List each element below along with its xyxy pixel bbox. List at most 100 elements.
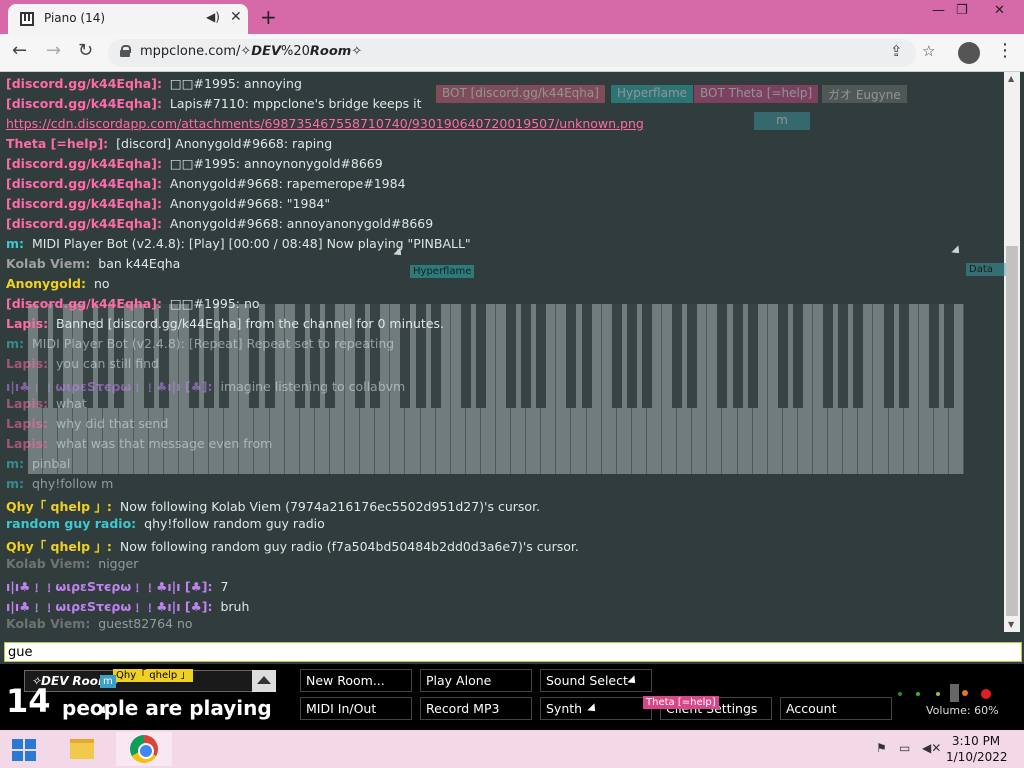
- close-window-icon[interactable]: ✕: [994, 3, 1005, 18]
- browser-tab-strip: Piano (14) ◀) ✕ + — ❐ ✕: [0, 0, 1024, 34]
- chat-text: ban k44Eqha: [98, 256, 181, 271]
- chat-author: m:: [6, 236, 25, 251]
- chat-author: m:: [6, 456, 25, 471]
- chat-message: Lapis: what: [6, 396, 87, 415]
- network-flag-icon[interactable]: ⚑: [876, 741, 887, 755]
- volume-indicator: [898, 692, 902, 696]
- chat-author: ı|ı♣﹗﹗ωιρεЅτєρω﹗﹗♣ı|ı [♣]:: [6, 599, 213, 614]
- chat-author: Lapis:: [6, 416, 49, 431]
- volume-label: Volume: 60%: [926, 704, 999, 717]
- browser-tab[interactable]: Piano (14) ◀) ✕: [8, 4, 248, 34]
- chat-message: [discord.gg/k44Eqha]: □□#1995: annoynony…: [6, 156, 383, 175]
- new-tab-icon[interactable]: +: [260, 5, 277, 29]
- chat-author: Kolab Viem:: [6, 556, 91, 571]
- chat-message: [discord.gg/k44Eqha]: Anonygold#9668: ra…: [6, 176, 406, 195]
- chat-text: imagine listening to collabvm: [220, 379, 406, 394]
- chat-author: ı|ı♣﹗﹗ωιρεЅτєρω﹗﹗♣ı|ı [♣]:: [6, 579, 213, 594]
- record-mp3-button[interactable]: Record MP3: [420, 697, 532, 720]
- chat-text: □□#1995: annoying: [169, 76, 302, 91]
- chat-message: ı|ı♣﹗﹗ωιρεЅτєρω﹗﹗♣ı|ı [♣]: 7: [6, 576, 228, 595]
- windows-start-icon[interactable]: [12, 739, 36, 761]
- chat-message: Lapis: you can still find: [6, 356, 159, 375]
- play-alone-button[interactable]: Play Alone: [420, 669, 532, 692]
- network-icon[interactable]: ▭: [899, 741, 910, 755]
- chat-author: [discord.gg/k44Eqha]:: [6, 156, 162, 171]
- chat-text: Anonygold#9668: rapemerope#1984: [169, 176, 406, 191]
- chat-message: Kolab Viem: ban k44Eqha: [6, 256, 180, 275]
- chat-text: pinbal: [31, 456, 71, 471]
- chat-text: why did that send: [56, 416, 169, 431]
- chat-message: [discord.gg/k44Eqha]: □□#1995: annoying: [6, 76, 302, 95]
- volume-indicator: [916, 692, 920, 696]
- chat-message: Kolab Viem: guest82764 no: [6, 616, 193, 635]
- chat-message: Theta [=help]: [discord] Anonygold#9668:…: [6, 136, 332, 155]
- chrome-icon[interactable]: [116, 732, 172, 766]
- chat-author: m:: [6, 336, 25, 351]
- tab-title: Piano (14): [44, 11, 106, 25]
- chat-message: m: qhy!follow m: [6, 476, 113, 495]
- chat-text: Anonygold#9668: annoyanonygold#8669: [169, 216, 434, 231]
- taskbar-clock[interactable]: 3:10 PM 1/10/2022: [946, 733, 1008, 765]
- chat-author: Lapis:: [6, 316, 49, 331]
- forward-icon[interactable]: →: [46, 40, 61, 61]
- chat-input[interactable]: [4, 642, 1022, 662]
- browser-menu-icon[interactable]: ⋮: [996, 40, 1014, 61]
- account-button[interactable]: Account: [780, 697, 892, 720]
- chat-author: [discord.gg/k44Eqha]:: [6, 296, 162, 311]
- windows-taskbar: ⚑ ▭ ◀✕ 3:10 PM 1/10/2022: [0, 730, 1024, 768]
- chat-author: Kolab Viem:: [6, 616, 91, 631]
- chat-text: no: [93, 276, 110, 291]
- new-room-button[interactable]: New Room...: [300, 669, 412, 692]
- chat-message: Lapis: what was that message even from: [6, 436, 272, 455]
- chat-text: Lapis#7110: mppclone's bridge keeps it: [169, 96, 422, 111]
- address-bar[interactable]: mppclone.com/✧𝘿𝙀𝙑%20𝙍𝙤𝙤𝙢✧ ⇪ ☆: [108, 39, 935, 67]
- user-cursor-label: Qhy「 qhelp 」: [113, 669, 194, 682]
- chat-text: □□#1995: no: [169, 296, 260, 311]
- chat-message: Anonygold: no: [6, 276, 110, 295]
- chat-message: m: pinbal: [6, 456, 70, 475]
- chat-author: [discord.gg/k44Eqha]:: [6, 196, 162, 211]
- scroll-up-icon[interactable]: ▲: [1008, 74, 1014, 83]
- clock-time: 3:10 PM: [951, 734, 1001, 748]
- volume-knob[interactable]: [950, 684, 959, 702]
- chat-text: what: [56, 396, 87, 411]
- close-tab-icon[interactable]: ✕: [230, 9, 242, 25]
- file-explorer-icon[interactable]: [58, 732, 104, 766]
- volume-muted-icon[interactable]: ◀✕: [922, 741, 941, 755]
- piano-favicon-icon: [20, 12, 34, 26]
- chat-message: [discord.gg/k44Eqha]: Lapis#7110: mppclo…: [6, 96, 422, 115]
- room-dropdown-arrow-icon[interactable]: [252, 670, 276, 692]
- profile-avatar-icon[interactable]: [958, 42, 980, 64]
- chat-text: bruh: [220, 599, 250, 614]
- restore-icon[interactable]: ❐: [956, 3, 968, 18]
- scroll-down-icon[interactable]: ▼: [1008, 620, 1014, 629]
- speaker-icon[interactable]: ◀): [206, 10, 220, 24]
- midi-in-out-button[interactable]: MIDI In/Out: [300, 697, 412, 720]
- share-icon[interactable]: ⇪: [890, 42, 903, 60]
- chat-message: Lapis: Banned [discord.gg/k44Eqha] from …: [6, 316, 444, 335]
- chat-message: ı|ı♣﹗﹗ωιρεЅτєρω﹗﹗♣ı|ı [♣]: imagine liste…: [6, 376, 405, 395]
- url-text: mppclone.com/✧𝘿𝙀𝙑%20𝙍𝙤𝙤𝙢✧: [140, 44, 363, 59]
- chat-text: Banned [discord.gg/k44Eqha] from the cha…: [56, 316, 444, 331]
- bookmark-star-icon[interactable]: ☆: [922, 42, 935, 60]
- chat-message: Lapis: why did that send: [6, 416, 168, 435]
- chat-link[interactable]: https://cdn.discordapp.com/attachments/6…: [6, 116, 644, 131]
- chat-author: Qhy「 qhelp 」:: [6, 499, 112, 514]
- lock-icon[interactable]: [120, 45, 131, 57]
- reload-icon[interactable]: ↻: [78, 40, 93, 61]
- chat-author: ı|ı♣﹗﹗ωιρεЅτєρω﹗﹗♣ı|ı [♣]:: [6, 379, 213, 394]
- chat-message: Kolab Viem: nigger: [6, 556, 138, 575]
- chat-author: Lapis:: [6, 436, 49, 451]
- chat-message: ı|ı♣﹗﹗ωιρεЅτєρω﹗﹗♣ı|ı [♣]: bruh: [6, 596, 249, 615]
- chat-message: m: MIDI Player Bot (v2.4.8): [Repeat] Re…: [6, 336, 394, 355]
- chat-message: [discord.gg/k44Eqha]: □□#1995: no: [6, 296, 260, 315]
- chat-author: m:: [6, 476, 25, 491]
- chat-text: nigger: [98, 556, 139, 571]
- back-icon[interactable]: ←: [12, 40, 27, 61]
- chat-text: qhy!follow random guy radio: [144, 516, 325, 531]
- chat-text: guest82764 no: [98, 616, 193, 631]
- user-cursor-label: Data: [966, 263, 1006, 276]
- minimize-icon[interactable]: —: [932, 3, 945, 18]
- volume-max-indicator: [981, 689, 991, 699]
- chat-scrollbar-thumb[interactable]: [1006, 246, 1018, 616]
